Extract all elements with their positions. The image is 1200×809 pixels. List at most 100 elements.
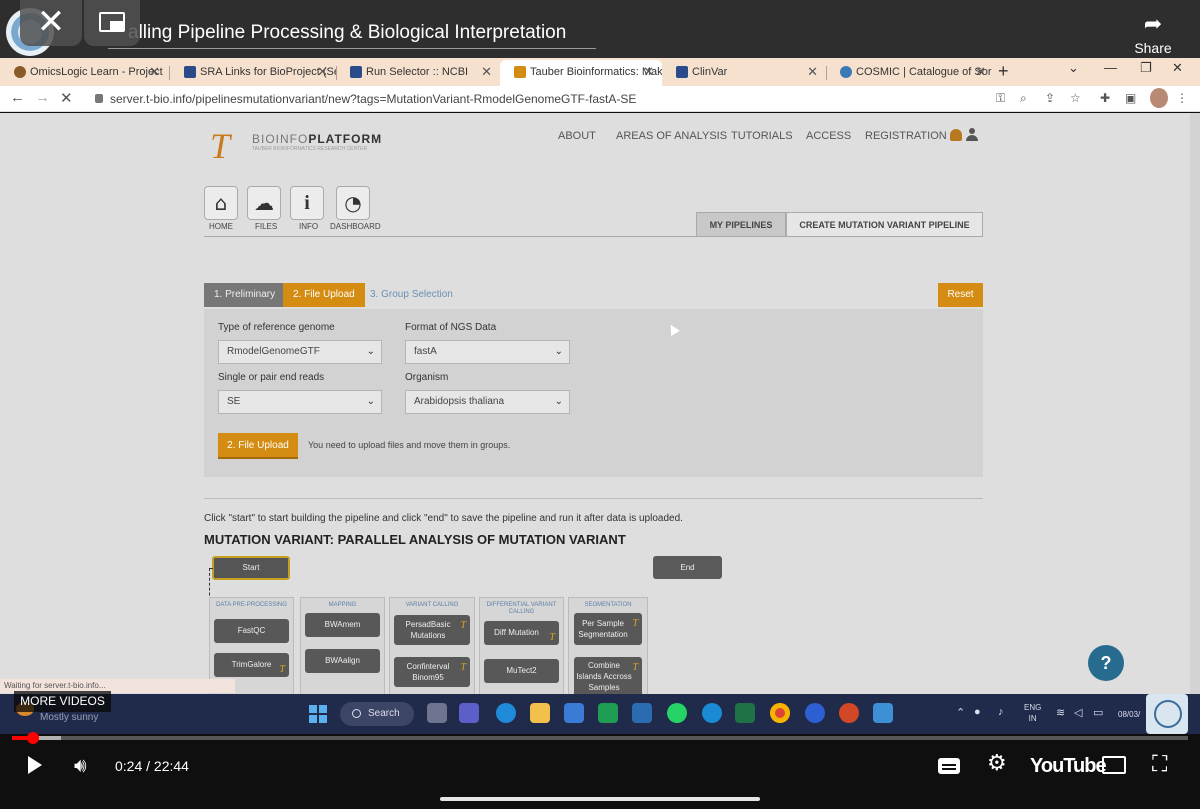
start-menu-icon[interactable] <box>309 705 327 723</box>
window-close-button[interactable]: ✕ <box>1172 60 1183 76</box>
browser-tab[interactable]: OmicsLogic Learn - Project ✕ <box>0 60 168 86</box>
youtube-logo[interactable]: YouTube <box>1030 755 1107 778</box>
minimize-button[interactable]: — <box>1104 60 1117 75</box>
info-button[interactable]: i <box>290 186 324 220</box>
tool-node[interactable]: Diff Mutation T <box>484 621 559 645</box>
zoom-icon[interactable]: ⌕ <box>1020 91 1027 106</box>
tool-node[interactable]: MuTect2 <box>484 659 559 683</box>
files-button[interactable]: ☁ <box>247 186 281 220</box>
teams-icon[interactable] <box>459 703 479 723</box>
step-group-selection[interactable]: 3. Group Selection <box>360 283 463 307</box>
tool-node[interactable]: TrimGalore T <box>214 653 289 677</box>
tool-node[interactable]: Per Sample Segmentation T <box>574 613 642 645</box>
task-view-icon[interactable] <box>427 703 447 723</box>
taskbar-date[interactable]: 08/03/ <box>1118 710 1140 719</box>
tool-node[interactable]: FastQC <box>214 619 289 643</box>
maximize-button[interactable]: ❐ <box>1140 60 1152 76</box>
key-icon[interactable]: ⚿ <box>996 91 1005 106</box>
new-tab-button[interactable]: + <box>998 58 1009 84</box>
bookmark-star-icon[interactable]: ☆ <box>1070 91 1081 105</box>
nav-about[interactable]: ABOUT <box>558 130 596 142</box>
powerpoint-icon[interactable] <box>839 703 859 723</box>
browser-tab[interactable]: Run Selector :: NCBI ✕ <box>336 60 500 86</box>
nav-registration[interactable]: REGISTRATION <box>865 130 947 142</box>
dashboard-button[interactable]: ◔ <box>336 186 370 220</box>
menu-dots-icon[interactable]: ⋮ <box>1176 91 1188 105</box>
close-tab-icon[interactable]: ✕ <box>807 60 818 84</box>
share-page-icon[interactable]: ⇪ <box>1045 91 1055 105</box>
nav-tutorials[interactable]: TUTORIALS <box>731 130 793 142</box>
end-node[interactable]: End <box>653 556 722 579</box>
settings-gear-icon[interactable]: ⚙ <box>987 752 1007 776</box>
tab-search-icon[interactable]: ⌄ <box>1068 60 1079 76</box>
organism-select[interactable]: Arabidopsis thaliana ⌄ <box>405 390 570 414</box>
site-logo-text[interactable]: BIOINFOPLATFORM <box>252 132 382 146</box>
skype-icon[interactable] <box>702 703 722 723</box>
extensions-icon[interactable]: ✚ <box>1100 91 1110 105</box>
browser-tab[interactable]: SRA Links for BioProject (Se ✕ <box>170 60 336 86</box>
mail-icon[interactable] <box>564 703 584 723</box>
video-title[interactable]: alling Pipeline Processing & Biological … <box>128 22 566 44</box>
tray-app-icon[interactable]: ● <box>974 706 981 718</box>
close-tab-icon[interactable]: ✕ <box>149 60 160 84</box>
share-button[interactable]: ➦ Share <box>1130 12 1176 57</box>
reads-select[interactable]: SE ⌄ <box>218 390 382 414</box>
whatsapp-icon[interactable] <box>667 703 687 723</box>
battery-icon[interactable]: ▭ <box>1093 706 1103 719</box>
sheets-icon[interactable] <box>598 703 618 723</box>
wifi-icon[interactable]: ≋ <box>1056 706 1065 719</box>
excel-icon[interactable] <box>735 703 755 723</box>
genome-select[interactable]: RmodelGenomeGTF ⌄ <box>218 340 382 364</box>
step-preliminary[interactable]: 1. Preliminary <box>204 283 286 307</box>
start-node[interactable]: Start <box>212 556 290 580</box>
stop-icon[interactable]: ✕ <box>60 89 73 107</box>
help-button[interactable]: ? <box>1088 645 1124 681</box>
volume-icon[interactable]: 🔊︎ <box>74 754 87 776</box>
page-scrollbar[interactable] <box>1190 113 1200 694</box>
scrubber-handle[interactable] <box>27 732 40 744</box>
reset-button[interactable]: Reset <box>938 283 983 307</box>
taskbar-search[interactable]: Search <box>340 702 414 726</box>
weather-text[interactable]: Mostly sunny <box>40 712 98 723</box>
tool-node[interactable]: PersadBasic Mutations T <box>394 615 470 645</box>
nav-areas-of-analysis[interactable]: AREAS OF ANALYSIS <box>616 130 727 142</box>
play-icon[interactable] <box>28 756 42 774</box>
tab-create-pipeline[interactable]: CREATE MUTATION VARIANT PIPELINE <box>786 212 983 237</box>
tool-node[interactable]: BWAmem <box>305 613 380 637</box>
close-tab-icon[interactable]: ✕ <box>317 60 328 84</box>
close-tab-icon[interactable]: ✕ <box>643 60 654 84</box>
cast-icon[interactable] <box>1102 756 1126 774</box>
nav-access[interactable]: ACCESS <box>806 130 851 142</box>
volume-icon[interactable]: ◁ <box>1074 706 1082 719</box>
tool-node[interactable]: Combine Islands Accross Samples T <box>574 657 642 694</box>
close-tab-icon[interactable]: ✕ <box>975 60 986 84</box>
microphone-icon[interactable]: ♪ <box>998 706 1004 718</box>
browser-tab[interactable]: ClinVar ✕ <box>662 60 826 86</box>
progress-bar[interactable] <box>12 732 1188 744</box>
captions-icon[interactable] <box>938 758 960 774</box>
tab-my-pipelines[interactable]: MY PIPELINES <box>696 212 786 237</box>
fullscreen-icon[interactable]: ⛶ <box>1152 754 1167 776</box>
chrome-icon[interactable] <box>770 703 790 723</box>
more-videos-button[interactable]: MORE VIDEOS <box>14 691 111 712</box>
forward-icon[interactable]: → <box>35 89 50 106</box>
tool-node[interactable]: BWAalign <box>305 649 380 673</box>
close-icon[interactable]: ✕ <box>20 0 82 46</box>
home-button[interactable]: ⌂ <box>204 186 238 220</box>
back-icon[interactable]: ← <box>10 89 25 106</box>
notepad-icon[interactable] <box>873 703 893 723</box>
browser-tab-active[interactable]: Tauber Bioinformatics: Mak ✕ <box>500 60 662 86</box>
browser-tab[interactable]: COSMIC | Catalogue of Sor ✕ <box>826 60 994 86</box>
tray-overflow-icon[interactable]: ⌃ <box>956 706 965 719</box>
user-icon[interactable] <box>966 128 978 142</box>
profile-avatar[interactable] <box>1150 88 1168 108</box>
format-select[interactable]: fastA ⌄ <box>405 340 570 364</box>
miniplayer-icon[interactable] <box>84 0 140 46</box>
sidepanel-icon[interactable]: ▣ <box>1125 91 1136 105</box>
url-field[interactable]: server.t-bio.info/pipelinesmutationvaria… <box>85 89 985 109</box>
language-indicator[interactable]: ENG IN <box>1024 702 1041 724</box>
file-upload-button[interactable]: 2. File Upload <box>218 433 298 459</box>
outlook-icon[interactable] <box>632 703 652 723</box>
tool-node[interactable]: Confinterval Binom95 T <box>394 657 470 687</box>
site-logo-icon[interactable]: T <box>210 125 230 167</box>
